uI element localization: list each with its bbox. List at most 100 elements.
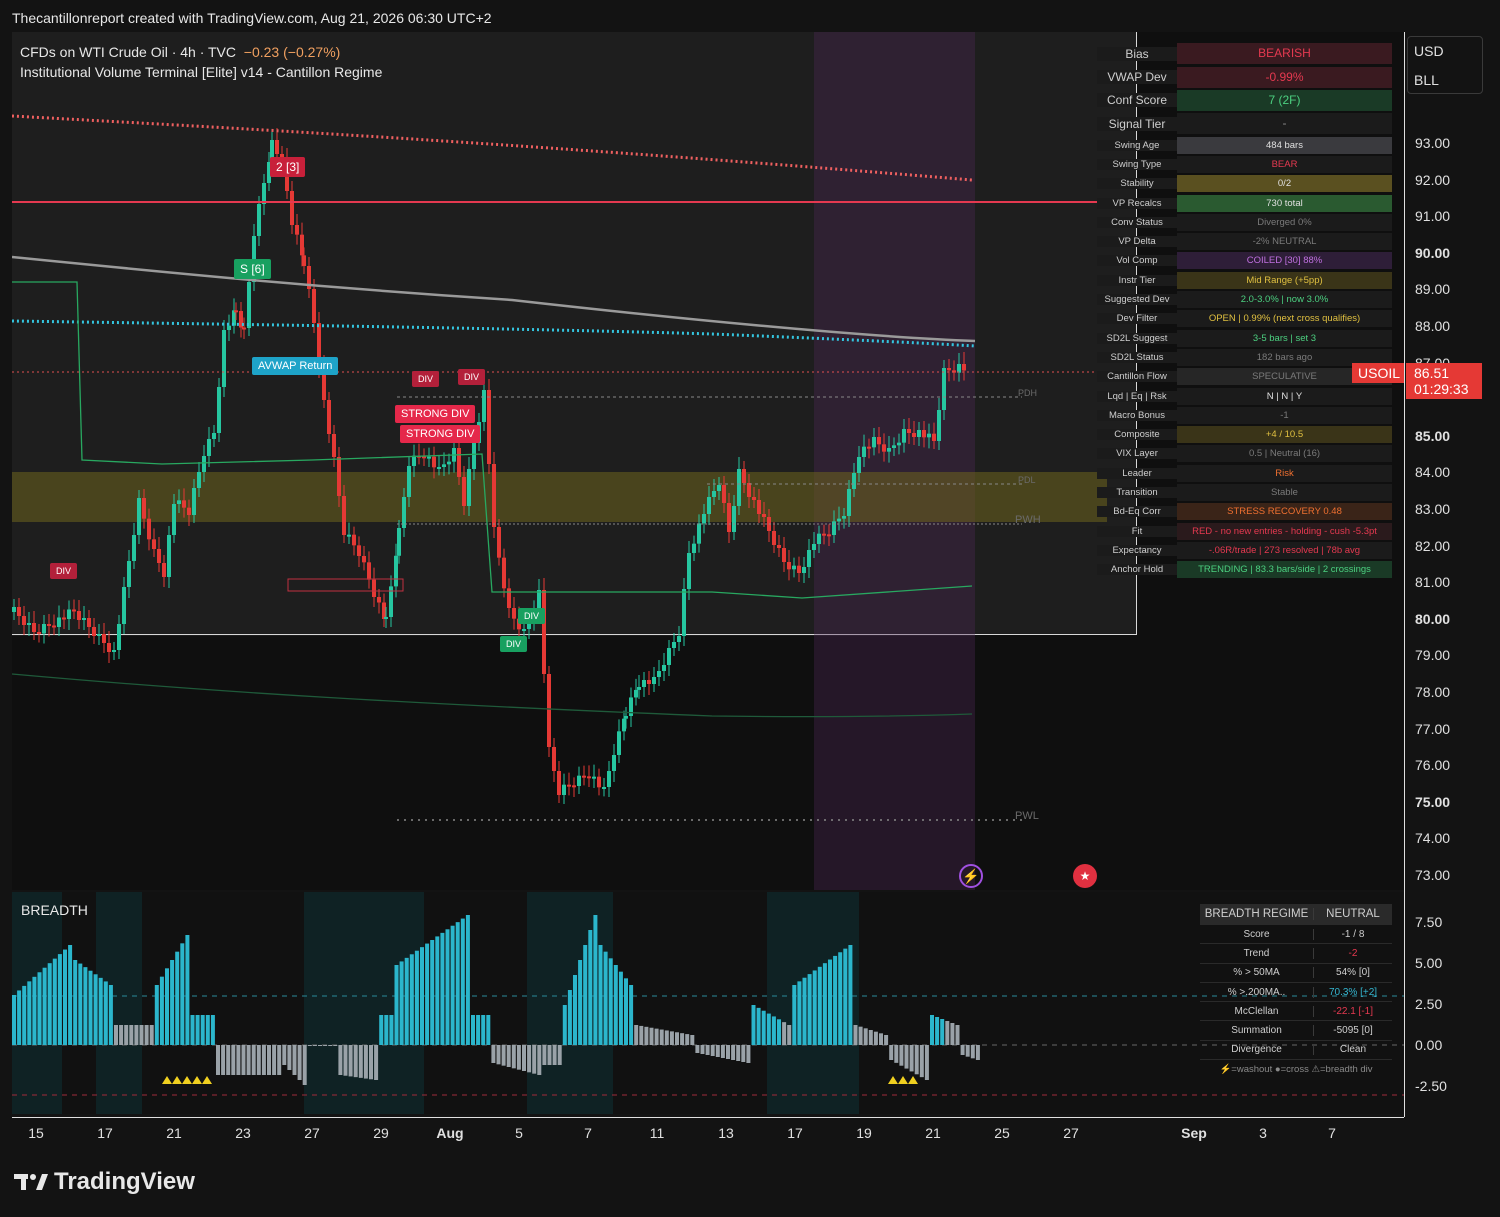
div-label: DIV <box>458 369 486 385</box>
breadth-regime-label: BREADTH REGIME <box>1200 908 1314 920</box>
time-tick: Sep <box>1181 1125 1207 1141</box>
candle-body <box>812 544 816 550</box>
buy-signal-label: S [6] <box>234 259 271 279</box>
breadth-bar <box>802 977 807 1045</box>
chart-legend[interactable]: CFDs on WTI Crude Oil · 4h · TVC −0.23 (… <box>20 42 382 82</box>
candle-body <box>712 491 716 497</box>
candle-body <box>492 464 496 527</box>
candle-body <box>942 368 946 410</box>
time-axis[interactable]: 15 17 21 23 27 29 Aug 5 7 11 13 17 19 21 25 27 Sep 3 7 <box>12 1117 1404 1147</box>
candle-body <box>792 565 796 570</box>
breadth-bar <box>200 1015 205 1045</box>
breadth-bar <box>618 971 623 1045</box>
candle-body <box>857 457 861 473</box>
breadth-bar <box>669 1031 674 1045</box>
candle-body <box>427 456 431 459</box>
breadth-bar <box>527 1045 532 1073</box>
breadth-bar <box>960 1045 965 1055</box>
breadth-bar <box>369 1045 373 1080</box>
stats-key: Bias <box>1097 46 1177 61</box>
candle-body <box>357 545 361 556</box>
breadth-bar <box>843 948 848 1045</box>
breadth-bar <box>771 1016 776 1045</box>
stats-key: SD2L Status <box>1097 351 1177 363</box>
candle-body <box>412 455 416 466</box>
breadth-bar <box>562 1005 567 1045</box>
breadth-bar <box>552 1045 557 1065</box>
vwap-line <box>12 319 976 348</box>
breadth-bar <box>588 930 593 1045</box>
breadth-bar <box>705 1045 710 1055</box>
candle-body <box>372 579 376 597</box>
candle-body <box>82 618 86 620</box>
candle-body <box>637 687 641 690</box>
breadth-bar <box>379 1015 384 1045</box>
us-flag-icon[interactable]: ★ <box>1073 864 1097 888</box>
candle-body <box>762 514 766 517</box>
breadth-bar <box>205 1015 210 1045</box>
breadth-bar <box>22 985 27 1045</box>
breadth-bar <box>930 1015 934 1045</box>
breadth-bar <box>190 1015 195 1045</box>
breadth-bar <box>807 974 812 1045</box>
breadth-bar <box>685 1034 690 1045</box>
candle-body <box>717 485 721 491</box>
candle-body <box>642 680 646 687</box>
candle-body <box>342 496 346 535</box>
stats-value: 0.5 | Neutral (16) <box>1177 445 1392 463</box>
stats-value: 484 bars <box>1177 136 1392 154</box>
candle-body <box>337 457 341 496</box>
breadth-bar <box>210 1015 215 1045</box>
candle-body <box>290 191 294 225</box>
candle-body <box>597 776 601 788</box>
stats-key: Cantillon Flow <box>1097 371 1177 383</box>
lightning-icon[interactable]: ⚡ <box>959 864 983 888</box>
price-tick: 91.00 <box>1415 208 1451 225</box>
breadth-bar <box>42 967 47 1045</box>
breadth-bar <box>251 1045 256 1075</box>
candle-body <box>362 556 366 563</box>
breadth-bar <box>78 963 83 1045</box>
breadth-pane[interactable] <box>12 892 1404 1114</box>
candle-body <box>187 507 191 515</box>
tradingview-logo[interactable]: TradingView <box>14 1168 195 1196</box>
candle-body <box>462 477 466 506</box>
candle-body <box>962 364 966 371</box>
breadth-table: BREADTH REGIME NEUTRAL Score -1 / 8 Trend -… <box>1200 904 1392 1079</box>
breadth-bar <box>731 1045 736 1060</box>
breadth-bar <box>236 1045 241 1075</box>
breadth-bar <box>476 1015 481 1045</box>
breadth-bar <box>420 947 424 1045</box>
candle-body <box>300 234 304 256</box>
breadth-bar <box>73 960 78 1045</box>
stats-row: VP Recalcs 730 total <box>1097 193 1395 212</box>
breadth-bar <box>159 976 164 1045</box>
brand-name: TradingView <box>54 1168 195 1195</box>
candle-body <box>402 497 406 528</box>
stats-key: Transition <box>1097 487 1177 499</box>
stats-value: Stable <box>1177 484 1392 502</box>
candle-body <box>122 587 126 624</box>
breadth-bar <box>165 968 169 1045</box>
candle-body <box>912 433 916 437</box>
breadth-bar <box>741 1045 746 1062</box>
candle-body <box>872 437 876 448</box>
stats-value: -2% NEUTRAL <box>1177 233 1392 251</box>
candle-body <box>227 325 231 330</box>
breadth-bar <box>124 1025 129 1045</box>
stats-key: Fit <box>1097 525 1177 537</box>
candle-body <box>384 617 388 619</box>
stats-row: VP Delta -2% NEUTRAL <box>1097 232 1395 251</box>
breadth-bar <box>879 1033 883 1045</box>
stats-key: VIX Layer <box>1097 448 1177 460</box>
candle-body <box>147 518 151 540</box>
breadth-bar <box>63 949 67 1045</box>
breadth-bar <box>175 951 180 1045</box>
candle-body <box>327 400 331 434</box>
stats-table: Bias BEARISH VWAP Dev -0.99% Conf Score 7 (2F… <box>1097 42 1395 579</box>
currency-selector[interactable]: USD BLL <box>1407 36 1483 94</box>
pwh-label: PWH <box>1015 514 1041 526</box>
price-tick: 88.00 <box>1415 318 1451 334</box>
breadth-bar <box>889 1045 894 1060</box>
breadth-bar <box>950 1023 955 1045</box>
